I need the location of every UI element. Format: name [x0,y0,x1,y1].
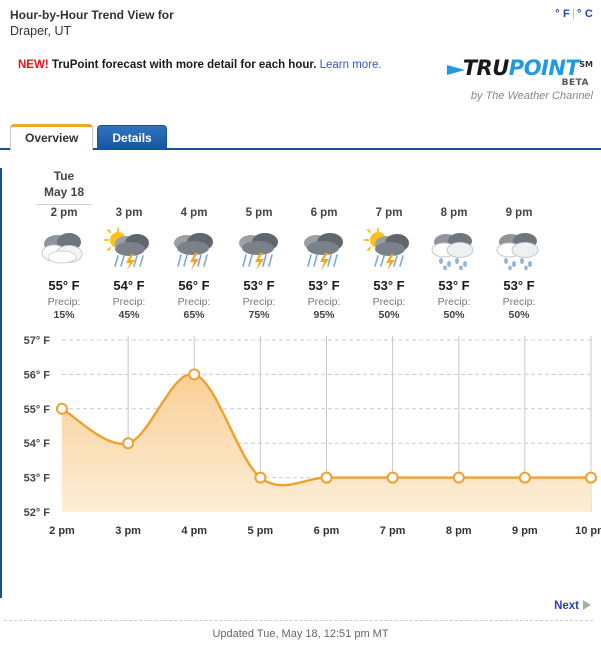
sun-thunderstorm-icon [358,228,420,272]
forecast-hour-column: 4 pm 56° F Precip: 65% [163,206,225,322]
svg-text:7 pm: 7 pm [380,525,406,537]
location-label: Draper, UT [10,24,72,38]
hour-temp: 53° F [503,278,535,293]
forecast-hour-column: 8 pm 53° F Precip: 50% [423,206,485,322]
temperature-trend-chart: 57° F 56° F 55° F 54° F 53° F 52° F 2 pm 3 pm 4 … [2,332,601,547]
hour-temp: 54° F [113,278,145,293]
hour-temp: 53° F [308,278,340,293]
precip-label: Precip: [372,296,406,308]
thunderstorm-icon [228,228,290,272]
svg-text:2 pm: 2 pm [49,525,75,537]
precip-label: Precip: [177,296,211,308]
hour-time: 2 pm [50,207,78,219]
svg-text:57° F: 57° F [24,335,51,347]
swoosh-icon [446,65,465,75]
svg-text:53° F: 53° F [24,473,51,485]
unit-toggle: ° F | ° C [555,8,593,20]
precip-label: Precip: [307,296,341,308]
hour-time: 5 pm [245,207,273,219]
forecast-hour-column: 5 pm 53° F Precip: 75% [228,206,290,322]
precip-label: Precip: [47,296,81,308]
svg-text:9 pm: 9 pm [512,525,538,537]
hour-time: 7 pm [375,207,403,219]
day-divider [36,204,92,205]
precip-value: 65% [183,309,205,321]
svg-text:56° F: 56° F [24,369,51,381]
next-link[interactable]: Next [554,600,591,612]
forecast-hour-column: 7 pm 53° F Precip: 50% [358,206,420,322]
day-weekday: Tue [53,169,75,183]
hour-time: 6 pm [310,207,338,219]
hour-temp: 53° F [438,278,470,293]
logo-point-text: POINT [508,56,580,80]
svg-text:52° F: 52° F [24,507,51,519]
svg-text:6 pm: 6 pm [314,525,340,537]
hour-time: 3 pm [115,207,143,219]
svg-text:5 pm: 5 pm [248,525,274,537]
forecast-hour-column: 6 pm 53° F Precip: 95% [293,206,355,322]
precip-label: Precip: [437,296,471,308]
precip-value: 45% [118,309,140,321]
svg-text:8 pm: 8 pm [446,525,472,537]
footer-divider [4,620,593,621]
page-footer: Next Updated Tue, May 18, 12:51 pm MT [0,598,601,658]
precip-value: 15% [53,309,75,321]
learn-more-link[interactable]: Learn more. [320,59,382,71]
sun-thunderstorm-icon [98,228,160,272]
svg-text:55° F: 55° F [24,404,51,416]
rain-icon [488,228,550,272]
celsius-toggle[interactable]: ° C [577,8,593,20]
forecast-hour-column: 2 pm 55° F Precip: 15% [33,206,95,322]
precip-value: 50% [508,309,530,321]
logo-sm-mark: SM [579,60,593,69]
trend-chart-svg: 57° F 56° F 55° F 54° F 53° F 52° F 2 pm 3 pm 4 … [24,335,601,537]
svg-text:4 pm: 4 pm [181,525,207,537]
precip-value: 50% [378,309,400,321]
hour-time: 9 pm [505,207,533,219]
precip-value: 95% [313,309,335,321]
cloudy-icon [33,228,95,272]
precip-label: Precip: [242,296,276,308]
forecast-hour-column: 9 pm 53° F Precip: 50% [488,206,550,322]
precip-label: Precip: [112,296,146,308]
forecast-hour-column: 3 pm 54° F Precip: 45% [98,206,160,322]
trupoint-wordmark: TRUPOINTSM [446,54,593,80]
tab-details[interactable]: Details [97,125,167,150]
hourly-forecast-strip: Tue May 18 2 pm 55° F Precip: 15% 3 pm 5… [2,168,601,328]
hour-temp: 55° F [48,278,80,293]
content-panel: Tue May 18 2 pm 55° F Precip: 15% 3 pm 5… [0,168,601,598]
trupoint-logo: TRUPOINTSM BETA by The Weather Channel [413,54,593,102]
logo-tru-text: TRU [462,56,510,80]
new-badge: NEW! [18,59,49,71]
precip-value: 50% [443,309,465,321]
logo-byline: by The Weather Channel [470,90,593,102]
svg-text:10 pm: 10 pm [575,525,601,537]
hour-temp: 53° F [243,278,275,293]
rain-icon [423,228,485,272]
precip-value: 75% [248,309,270,321]
svg-text:54° F: 54° F [24,438,51,450]
tab-bar: Overview Details [0,122,601,150]
hour-temp: 53° F [373,278,405,293]
thunderstorm-icon [293,228,355,272]
updated-timestamp: Updated Tue, May 18, 12:51 pm MT [212,628,389,640]
precip-label: Precip: [502,296,536,308]
hour-time: 4 pm [180,207,208,219]
promo-message: TruPoint forecast with more detail for e… [51,59,317,71]
svg-text:3 pm: 3 pm [115,525,141,537]
page-header: Hour-by-Hour Trend View for Draper, UT °… [0,0,601,52]
promo-row: NEW! TruPoint forecast with more detail … [0,52,601,114]
thunderstorm-icon [163,228,225,272]
next-label: Next [554,600,579,612]
hour-temp: 56° F [178,278,210,293]
unit-separator: | [571,8,575,20]
day-header: Tue May 18 [36,168,92,205]
page-title: Hour-by-Hour Trend View for [10,8,174,22]
day-date: May 18 [43,185,85,199]
hour-time: 8 pm [440,207,468,219]
next-arrow-icon [583,600,591,610]
tab-overview[interactable]: Overview [10,124,94,150]
fahrenheit-toggle[interactable]: ° F [555,8,570,20]
